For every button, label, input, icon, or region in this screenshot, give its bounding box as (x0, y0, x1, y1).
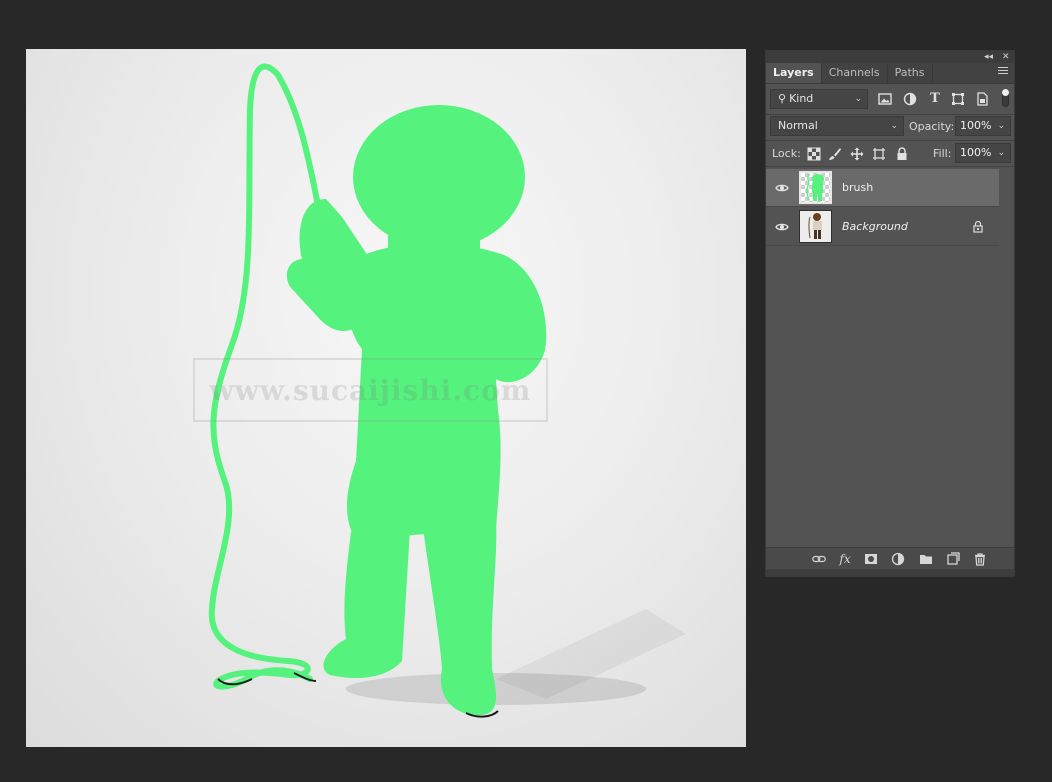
filter-toggle-switch[interactable] (1002, 89, 1009, 107)
smart-object-filter-icon[interactable] (975, 92, 989, 106)
chevron-down-icon: ⌄ (997, 148, 1005, 158)
layer-name[interactable]: brush (842, 181, 873, 194)
adjustment-filter-icon[interactable] (903, 92, 917, 106)
type-filter-icon[interactable]: T (928, 91, 942, 106)
layer-locked-icon (973, 220, 983, 233)
filter-kind-select[interactable]: ⚲ Kind ⌄ (770, 89, 868, 109)
layers-panel: ◂◂ ✕ Layers Channels Paths ⚲ Kind ⌄ T Nor… (765, 50, 1015, 577)
fill-input[interactable]: 100% ⌄ (955, 143, 1011, 163)
layer-row-brush[interactable]: brush (766, 169, 999, 207)
group-folder-icon[interactable] (919, 552, 933, 566)
search-icon: ⚲ (778, 92, 787, 105)
mask-icon[interactable] (864, 552, 878, 566)
lock-transparent-pixels-icon[interactable] (807, 147, 821, 161)
layer-thumbnail (799, 210, 832, 243)
opacity-value: 100% (960, 119, 992, 132)
panel-tabs: Layers Channels Paths (766, 63, 1014, 84)
new-layer-icon[interactable] (946, 552, 960, 566)
panel-menu-icon[interactable] (998, 67, 1008, 76)
filter-kind-label: Kind (789, 92, 814, 105)
lock-image-pixels-brush-icon[interactable] (828, 147, 842, 161)
layer-row-background[interactable]: Background (766, 208, 999, 246)
visibility-eye-icon[interactable] (775, 220, 789, 234)
fill-value: 100% (960, 146, 992, 159)
document-canvas[interactable]: www.sucaijishi.com (26, 49, 746, 747)
tab-layers[interactable]: Layers (766, 63, 822, 83)
lock-position-move-icon[interactable] (850, 147, 864, 161)
shape-filter-icon[interactable] (951, 92, 965, 106)
trash-icon[interactable] (973, 552, 987, 566)
close-panel-icon[interactable]: ✕ (1002, 51, 1010, 63)
layer-name[interactable]: Background (842, 220, 908, 233)
tab-channels[interactable]: Channels (822, 63, 888, 83)
link-icon[interactable] (812, 552, 826, 566)
blend-mode-select[interactable]: Normal ⌄ (770, 116, 904, 136)
watermark-text: www.sucaijishi.com (193, 358, 548, 422)
lock-artboard-icon[interactable] (872, 147, 886, 161)
chevron-down-icon: ⌄ (854, 94, 862, 104)
fill-label: Fill: (933, 147, 952, 160)
chevron-down-icon: ⌄ (997, 121, 1005, 131)
image-filter-icon[interactable] (878, 92, 892, 106)
layers-list: brush Background (766, 167, 1014, 547)
adjustment-icon[interactable] (891, 552, 905, 566)
tab-paths[interactable]: Paths (888, 63, 933, 83)
panel-resize-footer[interactable] (766, 569, 1014, 576)
lock-label: Lock: (772, 147, 801, 160)
blend-mode-value: Normal (778, 119, 818, 132)
fx-icon[interactable]: fx (838, 552, 852, 566)
collapse-panel-icon[interactable]: ◂◂ (984, 51, 993, 63)
opacity-label: Opacity: (909, 120, 955, 133)
visibility-eye-icon[interactable] (775, 181, 789, 195)
opacity-input[interactable]: 100% ⌄ (955, 116, 1011, 136)
panel-title-bar: ◂◂ ✕ (766, 51, 1014, 63)
layer-thumbnail (799, 171, 832, 204)
layers-scrollbar[interactable] (1000, 167, 1014, 547)
lock-all-icon[interactable] (895, 147, 909, 161)
layers-bottom-toolbar: fx (766, 547, 1014, 570)
chevron-down-icon: ⌄ (890, 121, 898, 131)
